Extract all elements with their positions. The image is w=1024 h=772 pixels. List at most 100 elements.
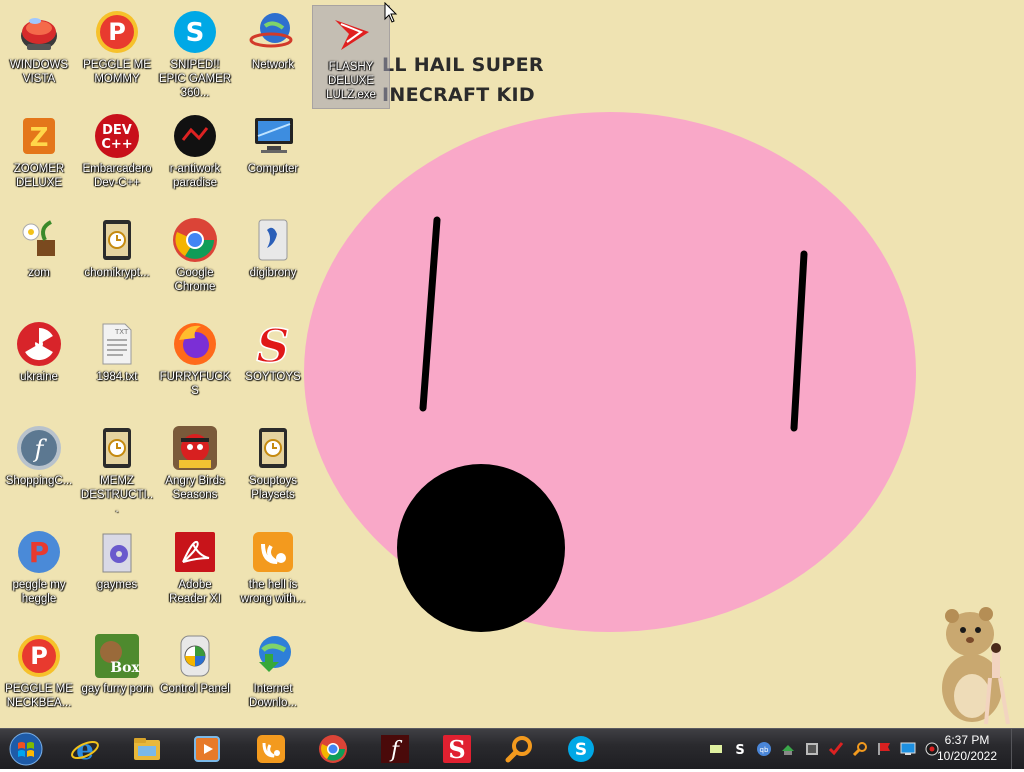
radiation-icon [15, 320, 63, 368]
desktop-icon-the-hell-is-wrong[interactable]: the hell is wrong with... [235, 524, 311, 626]
desktop-icon-angry-birds-seasons[interactable]: Angry Birds Seasons [157, 420, 233, 522]
svg-text:qb: qb [760, 746, 769, 754]
file-clock-icon [249, 424, 297, 472]
tray-flag-icon[interactable] [876, 741, 892, 757]
desktop-icon-digibrony[interactable]: digibrony [235, 212, 311, 314]
desktop[interactable]: LL HAIL SUPER INECRAFT KID WINDOWS VISTA… [0, 0, 1024, 728]
icon-label: Google Chrome [174, 267, 216, 293]
icon-label: ShoppingC... [5, 475, 73, 487]
desktop-icon-adobe-reader[interactable]: Adobe Reader XI [157, 524, 233, 626]
firefox-icon [171, 320, 219, 368]
start-button[interactable] [4, 731, 48, 767]
ie-icon: e [70, 733, 100, 766]
windows-start-icon [9, 732, 43, 766]
peggle-icon: P [15, 632, 63, 680]
mouse-cursor [384, 2, 398, 23]
svg-text:e: e [76, 734, 94, 764]
tray-skype-icon[interactable]: S [732, 741, 748, 758]
desktop-icon-1984-txt[interactable]: TXT 1984.txt [79, 316, 155, 418]
chrome-icon [171, 216, 219, 264]
icon-label: ZOOMER DELUXE [13, 163, 65, 189]
desktop-icon-gaymes[interactable]: gaymes [79, 524, 155, 626]
desktop-icon-windows-vista[interactable]: WINDOWS VISTA [1, 4, 77, 106]
desktop-icon-soytoys[interactable]: S SOYTOYS [235, 316, 311, 418]
desktop-icon-zoomer-deluxe[interactable]: Z ZOOMER DELUXE [1, 108, 77, 210]
desktop-icon-shoppingc[interactable]: f ShoppingC... [1, 420, 77, 522]
icon-label: Adobe Reader XI [169, 579, 221, 605]
folder-icon [132, 734, 162, 764]
computer-icon [249, 112, 297, 160]
svg-text:C++: C++ [101, 137, 132, 152]
icon-label: Souptoys Playsets [249, 475, 297, 501]
soytoys-icon: S [442, 734, 472, 764]
tray-monitor-icon[interactable] [900, 741, 916, 757]
taskbar-internet-explorer[interactable]: e [58, 731, 112, 767]
svg-text:P: P [30, 642, 48, 670]
svg-text:P: P [108, 18, 126, 46]
desktop-icon-chomikrypt[interactable]: chomikrypt... [79, 212, 155, 314]
flash-icon: f [380, 734, 410, 764]
desktop-icon-ukraine[interactable]: ukraine [1, 316, 77, 418]
desktop-icon-peggle-my-heggle[interactable]: P peggle my heggle [1, 524, 77, 626]
desktop-icon-souptoys-playsets[interactable]: Souptoys Playsets [235, 420, 311, 522]
taskbar-flash[interactable]: f [368, 731, 422, 767]
svg-text:Box: Box [110, 660, 140, 676]
icon-label: WINDOWS VISTA [9, 59, 69, 85]
desktop-icon-gay-furry-porn[interactable]: Box gay furry porn [79, 628, 155, 728]
taskbar-skype[interactable]: S [554, 731, 608, 767]
tray-notes-icon[interactable] [708, 741, 724, 757]
show-desktop-button[interactable] [1011, 729, 1024, 769]
icon-label: Angry Birds Seasons [165, 475, 225, 501]
taskbar-search-tool[interactable] [492, 731, 546, 767]
taskbar-chrome[interactable] [306, 731, 360, 767]
peggle-icon: P [15, 528, 63, 576]
desktop-icon-control-panel[interactable]: Control Panel [157, 628, 233, 728]
icon-label: r-antiwork paradise [169, 163, 221, 189]
icon-label: Internet Downlo... [249, 683, 297, 709]
flash-icon: f [15, 424, 63, 472]
tray-shield-check-icon[interactable] [828, 741, 844, 757]
svg-text:DEV: DEV [102, 123, 132, 138]
desktop-icon-r-antiwork[interactable]: r-antiwork paradise [157, 108, 233, 210]
digibrony-icon [249, 216, 297, 264]
icon-label: Computer [247, 163, 299, 175]
angry-birds-icon [171, 424, 219, 472]
desktop-icon-google-chrome[interactable]: Google Chrome [157, 212, 233, 314]
svg-text:S: S [256, 320, 289, 368]
icon-label: PEGGLE ME MOMMY [83, 59, 151, 85]
soytoys-icon: S [249, 318, 297, 374]
clock-date: 10/20/2022 [936, 749, 998, 763]
uc-browser-icon [256, 734, 286, 764]
hamster-desktop-pet[interactable] [930, 600, 1022, 728]
tray-share-icon[interactable] [780, 741, 796, 757]
taskbar-soytoys[interactable]: S [430, 731, 484, 767]
svg-text:S: S [186, 18, 205, 48]
box-bear-icon: Box [93, 632, 141, 680]
taskbar-file-explorer[interactable] [120, 731, 174, 767]
peggle-icon: P [93, 8, 141, 56]
taskbar-uc-browser[interactable] [244, 731, 298, 767]
taskbar-media-player[interactable] [180, 731, 234, 767]
desktop-icon-memz-destructive[interactable]: MEMZ DESTRUCTI... [79, 420, 155, 522]
taskbar: e f S S S qb 6:37 PM 10/20/2022 [0, 728, 1024, 769]
desktop-icon-flashy-deluxe[interactable]: FLASHY DELUXE LULZ.exe [312, 5, 390, 109]
pink-face [304, 112, 916, 632]
desktop-icon-zom[interactable]: zom [1, 212, 77, 314]
svg-text:S: S [448, 735, 465, 764]
desktop-icon-sniped-epic-gamer[interactable]: S SNIPED!! EPIC GAMER 360... [157, 4, 233, 106]
desktop-icon-computer[interactable]: Computer [235, 108, 311, 210]
desktop-icon-embarcadero-devcpp[interactable]: DEV C++ Embarcadero Dev-C++ [79, 108, 155, 210]
desktop-icon-furryfucks[interactable]: FURRYFUCKS [157, 316, 233, 418]
skype-icon: S [171, 8, 219, 56]
taskbar-clock[interactable]: 6:37 PM 10/20/2022 [932, 732, 1002, 764]
desktop-icon-network[interactable]: Network [235, 4, 311, 106]
media-player-icon [192, 734, 222, 764]
tray-magnifier-icon[interactable] [852, 741, 868, 757]
wallpaper-caption-line-1: LL HAIL SUPER [382, 54, 544, 76]
desktop-icon-peggle-me-mommy[interactable]: P PEGGLE ME MOMMY [79, 4, 155, 106]
desktop-icon-peggle-me-neckbeard[interactable]: P PEGGLE ME NECKBEA... [1, 628, 77, 728]
tray-qb-icon[interactable]: qb [756, 741, 772, 757]
tray-vm-icon[interactable] [804, 741, 820, 757]
desktop-icon-internet-download[interactable]: Internet Downlo... [235, 628, 311, 728]
vista-orb-icon [15, 8, 63, 56]
